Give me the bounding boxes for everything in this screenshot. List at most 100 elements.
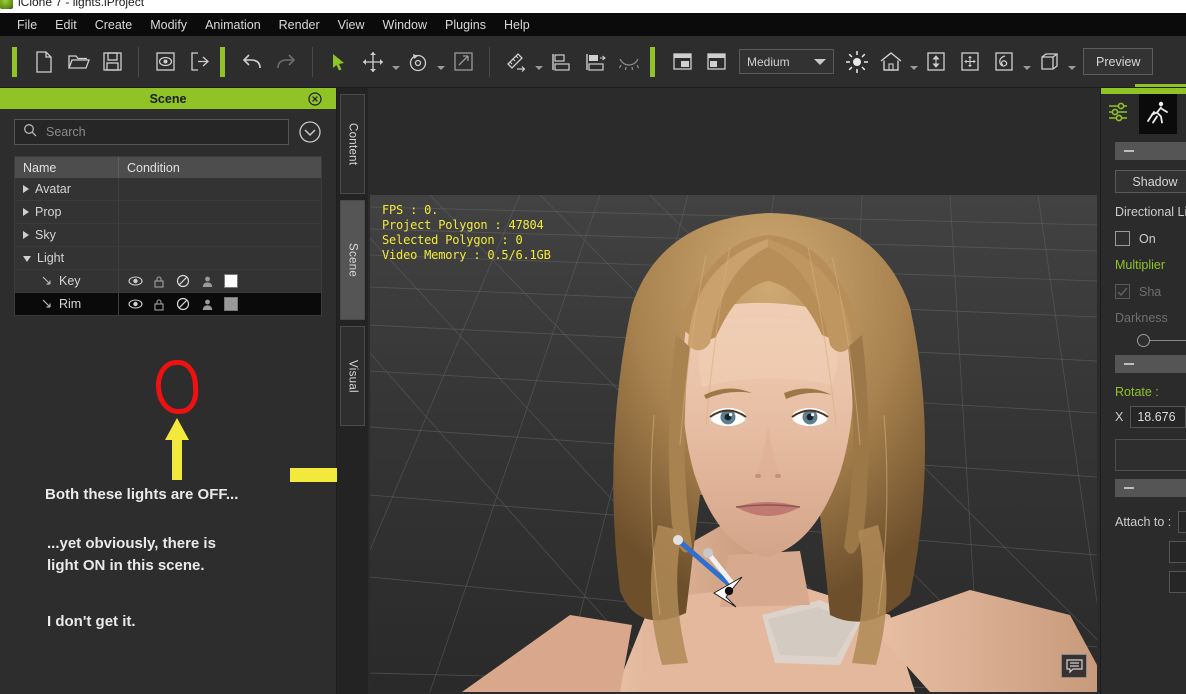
move-icon[interactable]	[358, 47, 388, 77]
chevron-right-icon[interactable]	[23, 231, 29, 239]
shadow-button-label: Shadow	[1132, 174, 1178, 189]
3d-viewport[interactable]: FPS : 0. Project Polygon : 47804 Selecte…	[370, 195, 1097, 692]
table-row[interactable]: Sky	[15, 224, 321, 247]
prohibited-icon[interactable]	[172, 271, 194, 291]
table-row[interactable]: Prop	[15, 201, 321, 224]
light-on-row[interactable]: On	[1115, 231, 1186, 246]
tree-node-avatar[interactable]: Avatar	[15, 178, 119, 200]
attach-option-field-1[interactable]	[1169, 541, 1186, 563]
layout-panel-icon[interactable]	[701, 47, 731, 77]
export-icon[interactable]	[184, 47, 214, 77]
app-window: iClone 7 - lights.iProject File Edit Cre…	[0, 0, 1186, 694]
prohibited-icon[interactable]	[172, 294, 194, 314]
physics-icon[interactable]	[989, 47, 1019, 77]
motion-icon	[1145, 99, 1171, 130]
rotate-icon[interactable]	[403, 47, 433, 77]
rotate-x-input[interactable]	[1130, 406, 1186, 428]
menu-item-file[interactable]: File	[8, 15, 46, 35]
layout-icon[interactable]	[667, 47, 697, 77]
light-color-swatch[interactable]	[224, 297, 238, 311]
cube-dropdown-caret-icon[interactable]	[1066, 47, 1077, 77]
table-row[interactable]: Avatar	[15, 178, 321, 201]
tree-node-sky[interactable]: Sky	[15, 224, 119, 246]
table-row[interactable]: Key	[15, 270, 321, 293]
shadow-button[interactable]: Shadow	[1115, 170, 1186, 193]
menu-item-render[interactable]: Render	[270, 15, 329, 35]
menu-item-view[interactable]: View	[329, 15, 374, 35]
slider-track	[1150, 340, 1186, 341]
section-collapse-bar-2[interactable]	[1115, 355, 1186, 373]
align-right-icon[interactable]	[580, 47, 610, 77]
cube-icon[interactable]	[1034, 47, 1064, 77]
annotation-red-circle	[154, 358, 200, 416]
close-icon[interactable]	[308, 91, 322, 106]
tree-node-label: Key	[59, 274, 81, 288]
shadow-checkbox	[1115, 284, 1130, 299]
chevron-down-circle-icon[interactable]	[298, 120, 322, 144]
move-dropdown-caret-icon[interactable]	[390, 47, 401, 77]
tab-scene[interactable]: Scene	[340, 200, 365, 320]
lock-icon[interactable]	[148, 294, 170, 314]
height-icon[interactable]	[921, 47, 951, 77]
attach-to-field[interactable]	[1178, 511, 1186, 533]
annotation-text-1: Both these lights are OFF...	[45, 486, 239, 503]
light-icon[interactable]	[842, 47, 872, 77]
physics-dropdown-caret-icon[interactable]	[1021, 47, 1032, 77]
light-on-checkbox[interactable]	[1115, 231, 1130, 246]
rotate-dropdown-caret-icon[interactable]	[435, 47, 446, 77]
undo-icon[interactable]	[237, 47, 267, 77]
preview-render-icon[interactable]	[150, 47, 180, 77]
comment-icon[interactable]	[1061, 654, 1087, 678]
rotate-extra-field[interactable]	[1115, 439, 1186, 471]
save-project-icon[interactable]	[97, 47, 127, 77]
section-collapse-bar-1[interactable]	[1115, 142, 1186, 160]
tab-motion[interactable]	[1139, 94, 1177, 134]
search-box[interactable]	[14, 119, 289, 145]
align-dropdown-caret-icon[interactable]	[533, 47, 544, 77]
lock-icon[interactable]	[148, 271, 170, 291]
table-row[interactable]: Light	[15, 247, 321, 270]
home-dropdown-caret-icon[interactable]	[908, 47, 919, 77]
home-icon[interactable]	[876, 47, 906, 77]
tab-settings[interactable]	[1101, 94, 1139, 134]
eye-icon[interactable]	[124, 271, 146, 291]
search-input[interactable]	[46, 125, 280, 139]
move-all-icon[interactable]	[955, 47, 985, 77]
menu-item-edit[interactable]: Edit	[46, 15, 86, 35]
attach-to-label: Attach to :	[1115, 515, 1172, 529]
tree-node-light[interactable]: Light	[15, 247, 119, 269]
new-project-icon[interactable]	[29, 47, 59, 77]
chevron-right-icon[interactable]	[23, 185, 29, 193]
open-project-icon[interactable]	[63, 47, 93, 77]
menu-item-modify[interactable]: Modify	[141, 15, 196, 35]
section-collapse-bar-3[interactable]	[1115, 479, 1186, 497]
chevron-down-icon[interactable]	[23, 256, 31, 262]
person-icon[interactable]	[196, 271, 218, 291]
preview-button[interactable]: Preview	[1083, 48, 1154, 75]
render-quality-select[interactable]: Medium	[739, 49, 834, 74]
select-cursor-icon[interactable]	[324, 47, 354, 77]
chevron-right-icon[interactable]	[23, 208, 29, 216]
hide-icon[interactable]	[614, 47, 644, 77]
tab-content[interactable]: Content	[340, 94, 365, 194]
menu-item-window[interactable]: Window	[374, 15, 436, 35]
scale-icon[interactable]	[448, 47, 478, 77]
attach-option-field-2[interactable]	[1169, 571, 1186, 593]
tree-node-rim[interactable]: Rim	[15, 293, 119, 315]
tab-visual[interactable]: Visual	[340, 326, 365, 426]
condition-cell	[119, 270, 321, 292]
tree-node-prop[interactable]: Prop	[15, 201, 119, 223]
align-left-icon[interactable]	[546, 47, 576, 77]
menu-item-create[interactable]: Create	[86, 15, 142, 35]
menu-item-animation[interactable]: Animation	[196, 15, 270, 35]
tree-node-key[interactable]: Key	[15, 270, 119, 292]
menu-item-help[interactable]: Help	[495, 15, 539, 35]
eye-icon[interactable]	[124, 294, 146, 314]
align-icon[interactable]	[501, 47, 531, 77]
person-icon[interactable]	[196, 294, 218, 314]
redo-icon[interactable]	[271, 47, 301, 77]
menu-item-plugins[interactable]: Plugins	[436, 15, 495, 35]
light-color-swatch[interactable]	[224, 274, 238, 288]
properties-tabs	[1101, 94, 1186, 134]
table-row[interactable]: Rim	[15, 293, 321, 316]
